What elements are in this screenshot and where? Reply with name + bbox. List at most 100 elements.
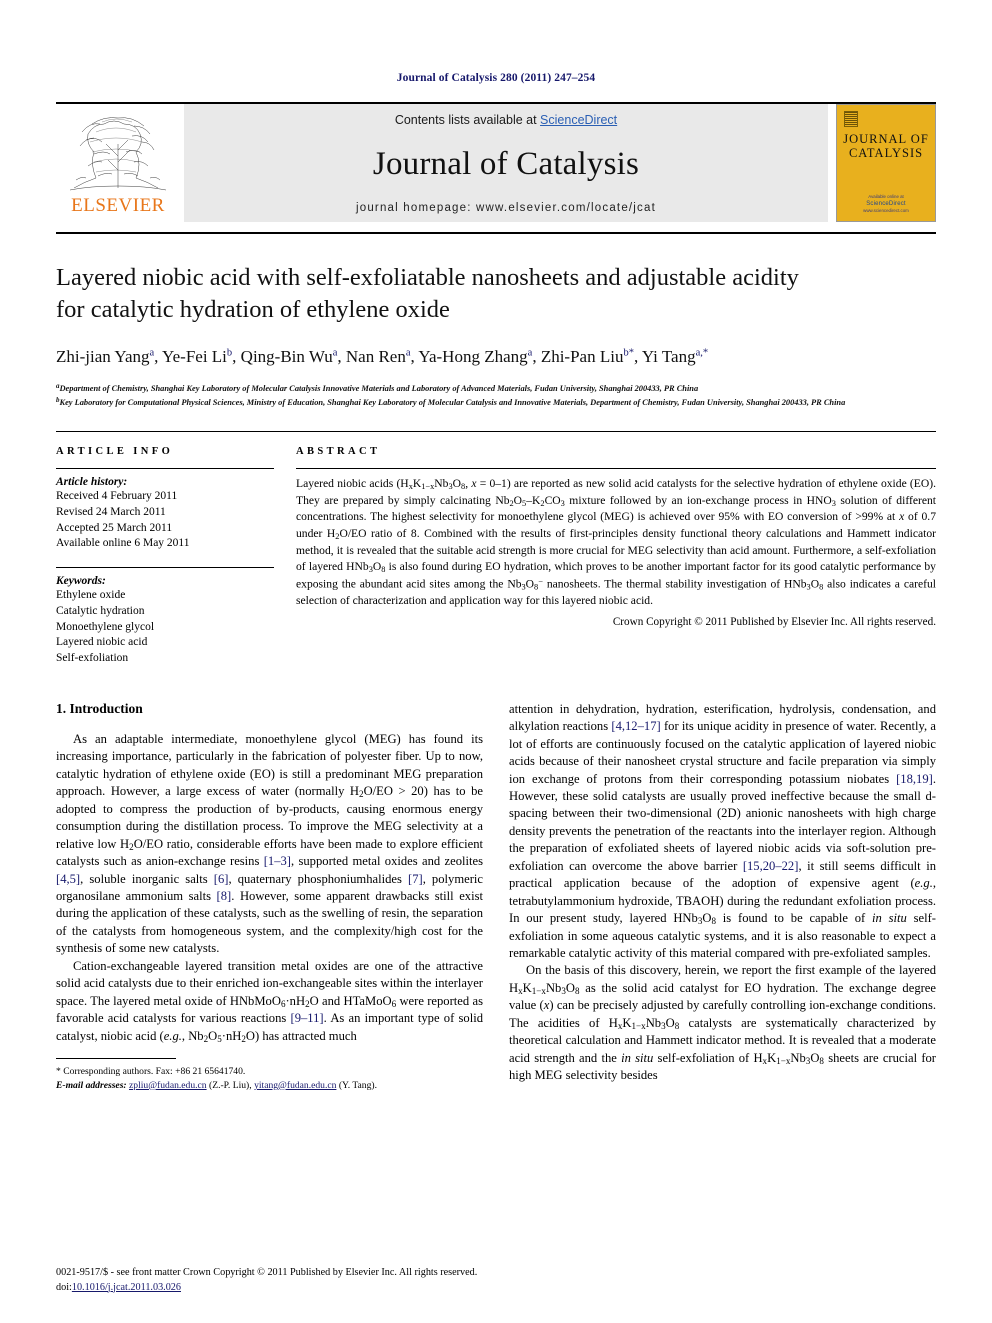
page-footer: 0021-9517/$ - see front matter Crown Cop…: [56, 1266, 616, 1295]
section-title-introduction: 1. Introduction: [56, 700, 143, 716]
citation-ref[interactable]: [8]: [217, 889, 232, 903]
sciencedirect-link[interactable]: ScienceDirect: [540, 113, 617, 127]
author[interactable]: Ya-Hong Zhanga: [418, 347, 532, 366]
doi-label: doi:: [56, 1281, 72, 1293]
author-affil-mark: a: [332, 347, 338, 359]
author[interactable]: Ye-Fei Lib: [162, 347, 232, 366]
contents-band: Contents lists available at ScienceDirec…: [184, 104, 828, 222]
footnote-text: Corresponding authors. Fax: +86 21 65641…: [63, 1066, 246, 1078]
paragraph: On the basis of this discovery, herein, …: [509, 963, 936, 1083]
footnote-star: *: [56, 1066, 61, 1078]
author-affil-mark: a,*: [695, 347, 709, 359]
journal-title: Journal of Catalysis: [372, 146, 640, 182]
article-info-heading: ARTICLE INFO: [56, 446, 174, 458]
affiliation-text: Department of Chemistry, Shanghai Key La…: [59, 383, 699, 393]
citation-ref[interactable]: [4,5]: [56, 872, 80, 886]
abstract-copyright: Crown Copyright © 2011 Published by Else…: [612, 616, 936, 629]
paragraph: Cation-exchangeable layered transition m…: [56, 958, 483, 1044]
author-name: Ya-Hong Zhang: [418, 346, 528, 366]
email-link-liu[interactable]: zpliu@fudan.edu.cn: [129, 1080, 207, 1091]
abstract-text: Layered niobic acids (HxK1−xNb3O8, x = 0…: [296, 477, 937, 607]
author-name: Qing-Bin Wu: [240, 346, 333, 366]
author-name: Ye-Fei Li: [162, 346, 227, 366]
keyword-item: Monoethylene glycol: [56, 620, 155, 633]
cover-title: JOURNAL OF CATALYSIS: [843, 132, 929, 160]
doi-link[interactable]: 10.1016/j.jcat.2011.03.026: [72, 1282, 181, 1293]
cover-url: www.sciencedirect.com: [863, 208, 909, 214]
contents-prefix: Contents lists available at: [394, 113, 541, 127]
citation-ref[interactable]: [18,19]: [896, 772, 933, 786]
author-affil-mark: a: [405, 347, 411, 359]
citation-ref[interactable]: [6]: [214, 872, 229, 886]
contents-available-line: Contents lists available at ScienceDirec…: [395, 113, 617, 127]
running-head: Journal of Catalysis 280 (2011) 247–254: [396, 72, 596, 84]
history-item: Received 4 February 2011: [56, 490, 178, 503]
author-list: Zhi-jian Yanga, Ye-Fei Lib, Qing-Bin Wua…: [56, 346, 709, 366]
title-line-1: Layered niobic acid with self-exfoliatab…: [56, 264, 799, 291]
author[interactable]: Zhi-jian Yanga: [56, 347, 154, 366]
author-name: Zhi-Pan Liu: [540, 346, 624, 366]
citation-ref[interactable]: [7]: [408, 872, 423, 886]
footnote-block: * Corresponding authors. Fax: +86 21 656…: [56, 1058, 483, 1092]
keyword-item: Catalytic hydration: [56, 604, 145, 617]
affiliation-b: bKey Laboratory for Computational Physic…: [56, 395, 936, 409]
journal-cover-thumbnail[interactable]: JOURNAL OF CATALYSIS Available online at…: [836, 104, 936, 222]
divider: [296, 468, 936, 470]
paper-page: Journal of Catalysis 280 (2011) 247–254: [0, 0, 992, 1323]
article-history-label: Article history:: [56, 476, 128, 489]
author[interactable]: Zhi-Pan Liub*: [541, 347, 634, 366]
email-owner: (Z.-P. Liu),: [209, 1079, 252, 1091]
affiliation-text: Key Laboratory for Computational Physica…: [59, 397, 846, 407]
abstract-heading: ABSTRACT: [296, 446, 381, 458]
keyword-item: Ethylene oxide: [56, 589, 126, 602]
history-item: Revised 24 March 2011: [56, 505, 166, 518]
footnote-corresponding: * Corresponding authors. Fax: +86 21 656…: [56, 1065, 483, 1079]
author-name: Zhi-jian Yang: [56, 346, 150, 366]
journal-masthead: ELSEVIER Contents lists available at Sci…: [56, 102, 936, 222]
left-column: 1. Introduction As an adaptable intermed…: [56, 701, 483, 1093]
citation-ref[interactable]: [9–11]: [291, 1011, 324, 1025]
page-title: Layered niobic acid with self-exfoliatab…: [56, 262, 936, 326]
affiliation-a: aDepartment of Chemistry, Shanghai Key L…: [56, 381, 936, 395]
author-name: Yi Tang: [641, 346, 696, 366]
citation-ref[interactable]: [1–3]: [264, 854, 291, 868]
divider: [56, 468, 274, 470]
author-name: Nan Ren: [345, 346, 406, 366]
cover-footer: Available online at ScienceDirect www.sc…: [837, 194, 935, 214]
doi-line: doi:10.1016/j.jcat.2011.03.026: [56, 1281, 616, 1295]
citation-ref[interactable]: [4,12–17]: [611, 719, 660, 733]
journal-homepage[interactable]: journal homepage: www.elsevier.com/locat…: [356, 202, 656, 214]
body-columns: 1. Introduction As an adaptable intermed…: [56, 701, 936, 1093]
paragraph: attention in dehydration, hydration, est…: [509, 701, 936, 961]
author[interactable]: Yi Tanga,*: [642, 347, 708, 366]
author[interactable]: Qing-Bin Wua: [241, 347, 338, 366]
abstract-column: ABSTRACT Layered niobic acids (HxK1−xNb3…: [296, 446, 936, 667]
keywords-block: Keywords: Ethylene oxide Catalytic hydra…: [56, 567, 274, 667]
article-info-column: ARTICLE INFO Article history: Received 4…: [56, 446, 274, 667]
author-affil-mark: a: [527, 347, 533, 359]
email-label: E-mail addresses:: [56, 1079, 127, 1091]
keyword-item: Self-exfoliation: [56, 652, 129, 665]
author-affil-mark: a: [149, 347, 155, 359]
info-abstract-row: ARTICLE INFO Article history: Received 4…: [56, 431, 936, 667]
right-column: attention in dehydration, hydration, est…: [509, 701, 936, 1093]
elsevier-wordmark: ELSEVIER: [71, 195, 165, 216]
citation-ref[interactable]: [15,20–22]: [743, 859, 799, 873]
email-link-tang[interactable]: yitang@fudan.edu.cn: [254, 1080, 336, 1091]
issn-copyright-line: 0021-9517/$ - see front matter Crown Cop…: [56, 1267, 478, 1279]
title-block: Layered niobic acid with self-exfoliatab…: [56, 232, 936, 409]
elsevier-tree-icon: [62, 110, 174, 194]
paragraph: As an adaptable intermediate, monoethyle…: [56, 731, 483, 956]
footnote-emails: E-mail addresses: zpliu@fudan.edu.cn (Z.…: [56, 1079, 483, 1093]
keyword-item: Layered niobic acid: [56, 636, 148, 649]
divider: [56, 567, 274, 569]
author[interactable]: Nan Rena: [346, 347, 411, 366]
title-line-2: for catalytic hydration of ethylene oxid…: [56, 295, 450, 323]
elsevier-mark-icon: [844, 111, 858, 127]
cover-sciencedirect-logo: ScienceDirect: [866, 200, 906, 207]
author-affil-mark: b: [226, 347, 233, 359]
history-item: Available online 6 May 2011: [56, 537, 190, 550]
author-affil-mark: b*: [623, 347, 634, 359]
keywords-label: Keywords:: [56, 575, 106, 588]
history-item: Accepted 25 March 2011: [56, 521, 173, 534]
